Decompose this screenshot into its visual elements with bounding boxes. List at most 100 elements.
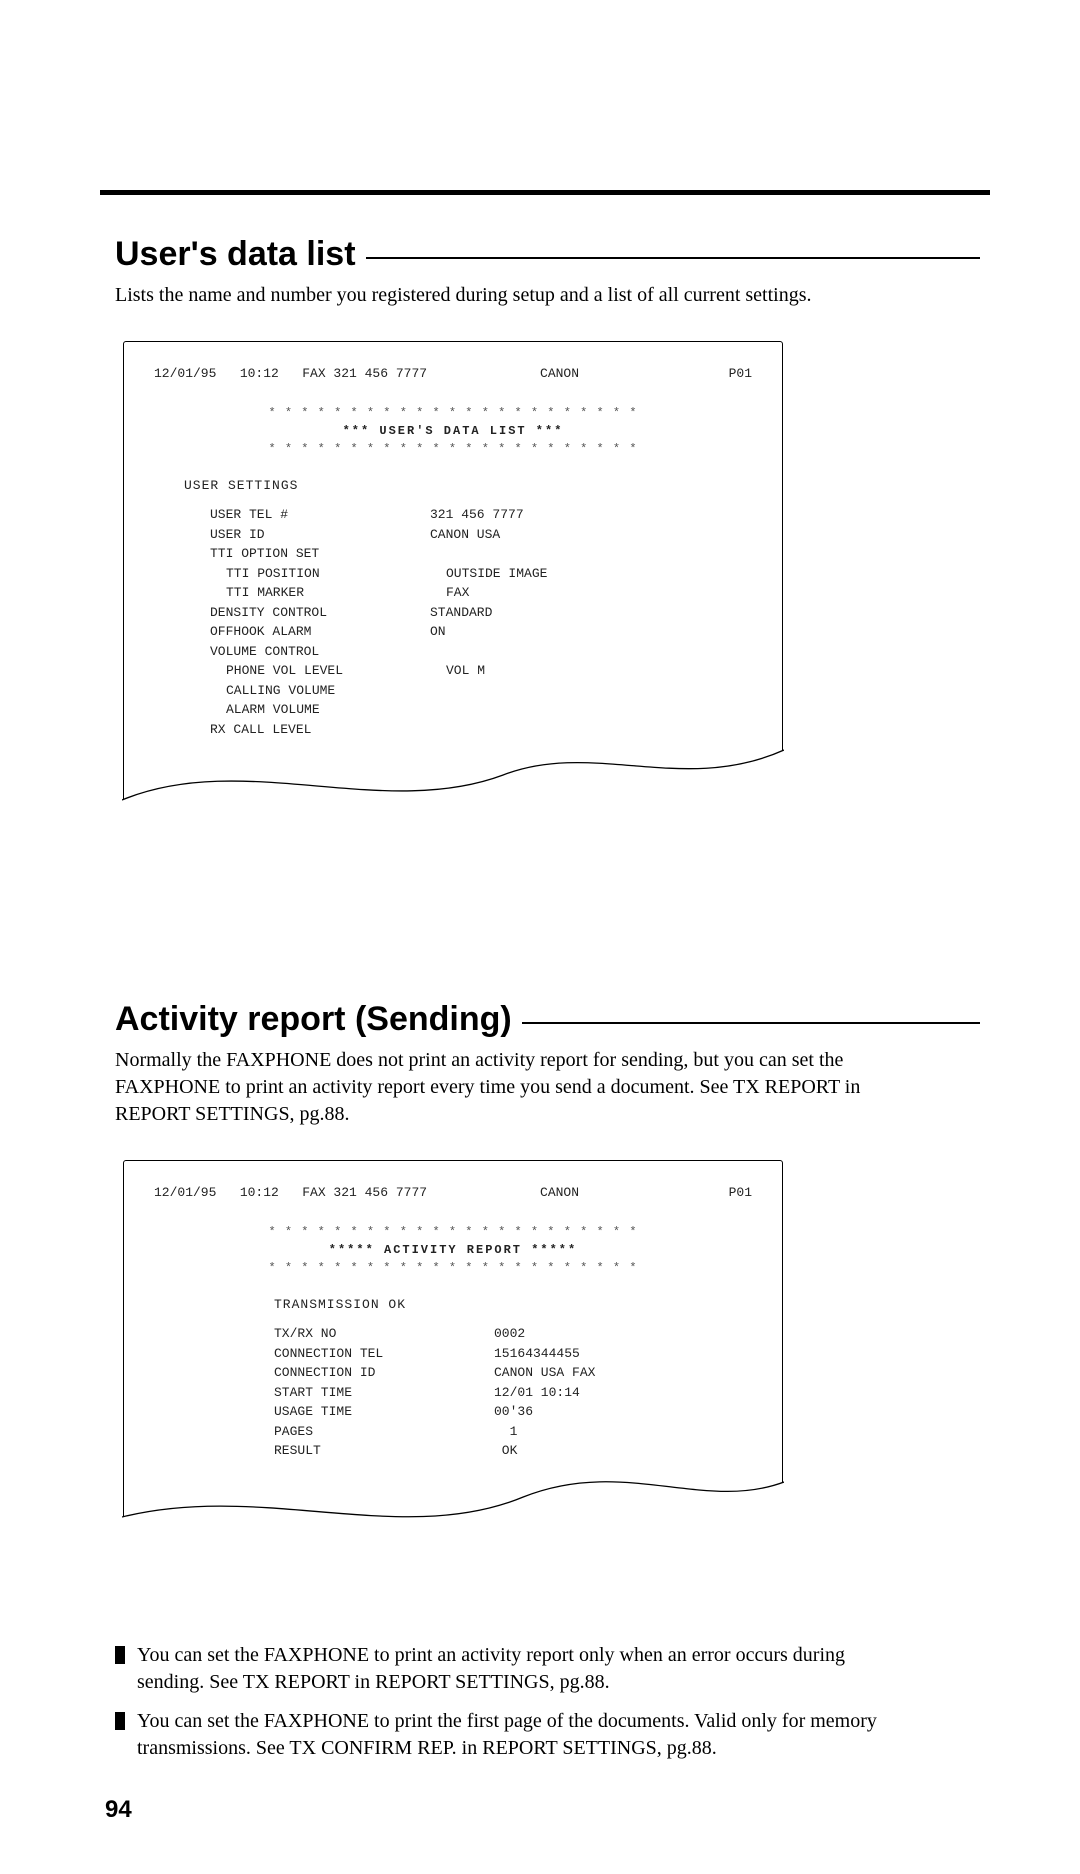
page-top-rule [100,190,990,195]
printout-row-value [446,681,752,701]
printout-row-value: STANDARD [430,603,752,623]
note-text: You can set the FAXPHONE to print an act… [137,1642,895,1696]
printout-header-left: 12/01/95 10:12 FAX 321 456 7777 [154,364,427,384]
printout-title-border-bot: * * * * * * * * * * * * * * * * * * * * … [154,440,752,458]
notes-list: You can set the FAXPHONE to print an act… [115,1642,980,1762]
printout-header: 12/01/95 10:12 FAX 321 456 7777 CANON P0… [154,1183,752,1203]
printout-title: ***** ACTIVITY REPORT ***** [154,1241,752,1259]
printout-row: OFFHOOK ALARMON [210,622,752,642]
printout-row: TX/RX NO0002 [274,1324,752,1344]
printout-row-key: RESULT [274,1441,494,1461]
printout-row: CALLING VOLUME [210,681,752,701]
printout-rows: TX/RX NO0002CONNECTION TEL15164344455CON… [154,1324,752,1461]
printout-row: TTI MARKERFAX [210,583,752,603]
manual-page: User's data list Lists the name and numb… [0,0,1080,1874]
printout-title: *** USER'S DATA LIST *** [154,422,752,440]
printout-row-value [430,642,752,662]
printout-row: USER TEL #321 456 7777 [210,505,752,525]
printout-body: TRANSMISSION OK TX/RX NO0002CONNECTION T… [154,1295,752,1551]
printout-title-block: * * * * * * * * * * * * * * * * * * * * … [154,1223,752,1277]
printout-frame: 12/01/95 10:12 FAX 321 456 7777 CANON P0… [123,341,783,830]
section-users-data-list: User's data list Lists the name and numb… [115,235,980,830]
printout-header: 12/01/95 10:12 FAX 321 456 7777 CANON P0… [154,364,752,384]
printout-title-block: * * * * * * * * * * * * * * * * * * * * … [154,404,752,458]
printout-row-key: TTI OPTION SET [210,544,430,564]
printout-row-key: USAGE TIME [274,1402,494,1422]
activity-report-printout: 12/01/95 10:12 FAX 321 456 7777 CANON P0… [123,1160,783,1552]
printout-title-border-top: * * * * * * * * * * * * * * * * * * * * … [154,404,752,422]
printout-row-key: START TIME [274,1383,494,1403]
printout-row: ALARM VOLUME [210,700,752,720]
printout-row: TTI OPTION SET [210,544,752,564]
printout-row-value: VOL M [446,661,752,681]
section-activity-report: Activity report (Sending) Normally the F… [115,1000,980,1762]
printout-row-key: TTI POSITION [210,564,446,584]
bullet-icon [115,1646,125,1664]
printout-row-value [430,544,752,564]
printout-row-key: DENSITY CONTROL [210,603,430,623]
section-description: Lists the name and number you registered… [115,282,875,309]
printout-row-key: ALARM VOLUME [210,700,446,720]
section-head: Activity report (Sending) [115,1000,980,1039]
printout-row: USAGE TIME00'36 [274,1402,752,1422]
printout-row-key: VOLUME CONTROL [210,642,430,662]
printout-frame: 12/01/95 10:12 FAX 321 456 7777 CANON P0… [123,1160,783,1552]
printout-row: DENSITY CONTROLSTANDARD [210,603,752,623]
printout-row-key: PAGES [274,1422,494,1442]
printout-row: PHONE VOL LEVELVOL M [210,661,752,681]
printout-row: USER IDCANON USA [210,525,752,545]
printout-row: CONNECTION IDCANON USA FAX [274,1363,752,1383]
printout-row-value: 321 456 7777 [430,505,752,525]
printout-row-value: 0002 [494,1324,752,1344]
printout-row: TTI POSITIONOUTSIDE IMAGE [210,564,752,584]
printout-row-value: CANON USA [430,525,752,545]
printout-row-key: PHONE VOL LEVEL [210,661,446,681]
printout-row-value: 15164344455 [494,1344,752,1364]
printout-row-value: FAX [446,583,752,603]
note-item: You can set the FAXPHONE to print an act… [115,1642,895,1696]
printout-title-border-bot: * * * * * * * * * * * * * * * * * * * * … [154,1259,752,1277]
title-rule [522,1022,980,1024]
bullet-icon [115,1712,125,1730]
printout-row-key: RX CALL LEVEL [210,720,430,740]
printout-row-value: OK [494,1441,752,1461]
printout-row-key: USER TEL # [210,505,430,525]
printout-row-value [446,700,752,720]
note-text: You can set the FAXPHONE to print the fi… [137,1708,895,1762]
printout-header-right: P01 [692,1183,752,1203]
note-item: You can set the FAXPHONE to print the fi… [115,1708,895,1762]
printout-rows: USER TEL #321 456 7777USER IDCANON USATT… [154,505,752,739]
printout-row-value: 12/01 10:14 [494,1383,752,1403]
printout-row-value: 1 [494,1422,752,1442]
printout-row-key: CONNECTION TEL [274,1344,494,1364]
printout-group-title: TRANSMISSION OK [274,1295,752,1315]
printout-row-value [430,720,752,740]
title-rule [366,257,980,259]
printout-row-value: OUTSIDE IMAGE [446,564,752,584]
users-data-list-printout: 12/01/95 10:12 FAX 321 456 7777 CANON P0… [123,341,783,830]
printout-header-left: 12/01/95 10:12 FAX 321 456 7777 [154,1183,427,1203]
printout-row-value: CANON USA FAX [494,1363,752,1383]
printout-row-key: TX/RX NO [274,1324,494,1344]
printout-title-border-top: * * * * * * * * * * * * * * * * * * * * … [154,1223,752,1241]
section-title: User's data list [115,235,356,274]
printout-group-title: USER SETTINGS [184,476,752,496]
printout-row-key: OFFHOOK ALARM [210,622,430,642]
printout-header-mid: CANON [427,1183,692,1203]
printout-row-key: TTI MARKER [210,583,446,603]
printout-row: VOLUME CONTROL [210,642,752,662]
section-description: Normally the FAXPHONE does not print an … [115,1047,875,1128]
printout-row: PAGES 1 [274,1422,752,1442]
printout-row-key: CONNECTION ID [274,1363,494,1383]
printout-header-mid: CANON [427,364,692,384]
printout-row-key: USER ID [210,525,430,545]
page-number: 94 [105,1796,132,1824]
printout-row: START TIME12/01 10:14 [274,1383,752,1403]
printout-body: USER SETTINGS USER TEL #321 456 7777USER… [154,476,752,830]
section-title: Activity report (Sending) [115,1000,512,1039]
printout-row-value: ON [430,622,752,642]
printout-row-value: 00'36 [494,1402,752,1422]
section-head: User's data list [115,235,980,274]
printout-row: RESULT OK [274,1441,752,1461]
printout-header-right: P01 [692,364,752,384]
